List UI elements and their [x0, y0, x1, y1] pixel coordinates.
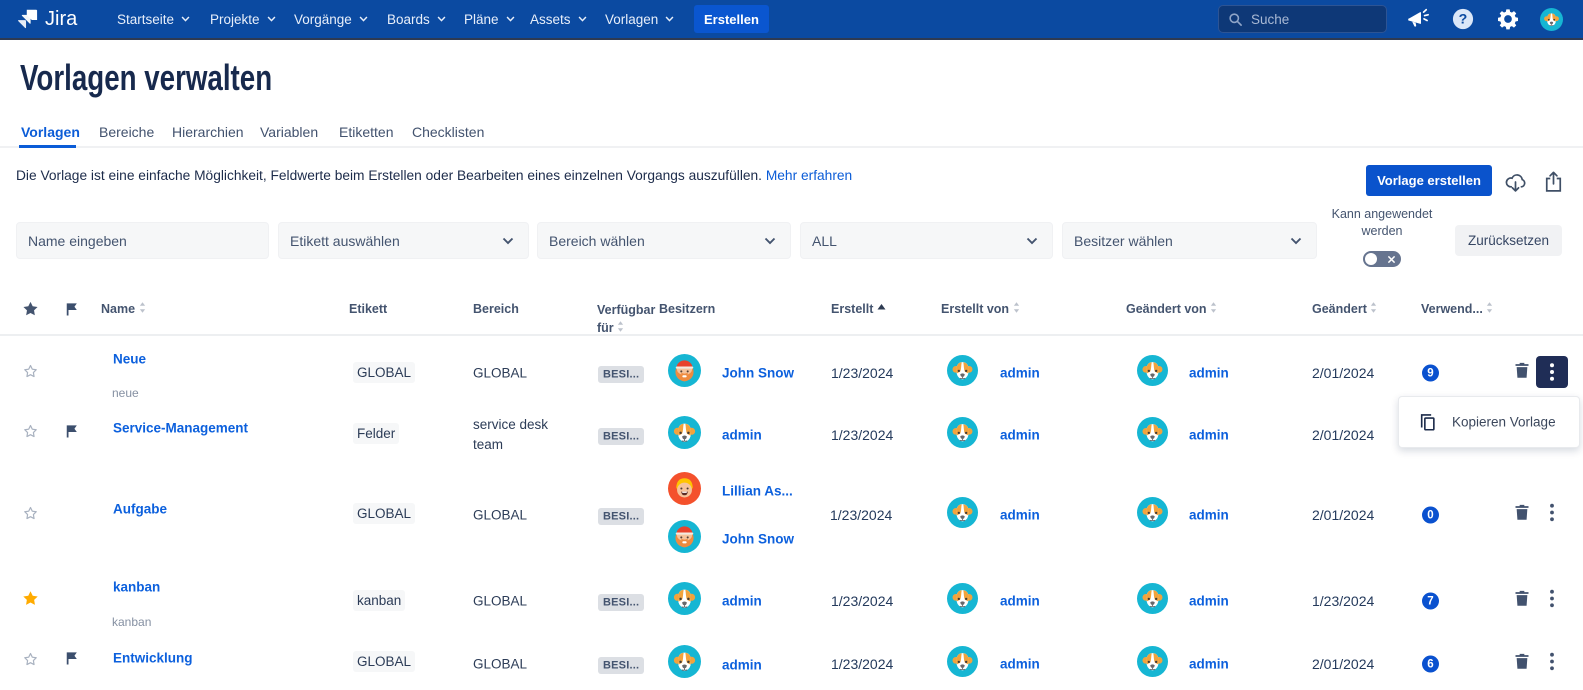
svg-text:?: ?: [1459, 12, 1468, 28]
